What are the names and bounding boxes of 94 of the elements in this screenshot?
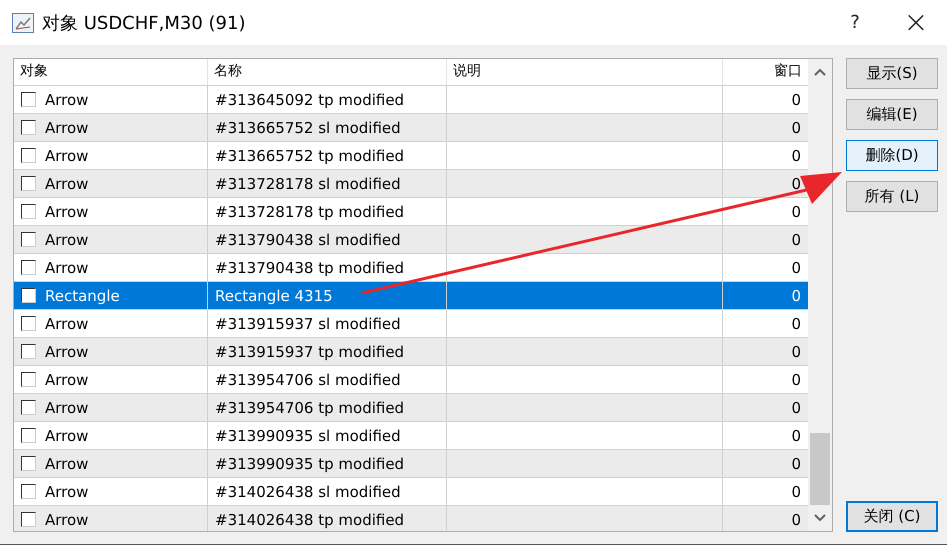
table-cell: 0 (791, 90, 801, 108)
table-cell: #313665752 tp modified (215, 146, 404, 164)
table-cell: #313728178 tp modified (215, 202, 404, 220)
table-cell: Arrow (45, 314, 88, 332)
table-row[interactable]: Arrow #313990935 sl modified 0 (14, 421, 808, 449)
table-cell: 0 (791, 426, 801, 444)
table-row[interactable]: Arrow #313990935 tp modified 0 (14, 449, 808, 477)
table-row[interactable]: Arrow #313728178 tp modified 0 (14, 197, 808, 225)
checkbox[interactable] (21, 260, 36, 275)
scroll-up-icon[interactable] (814, 68, 826, 76)
checkbox[interactable] (21, 456, 36, 471)
table-cell: 0 (791, 174, 801, 192)
checkbox[interactable] (21, 148, 36, 163)
action-button[interactable]: 所有 (L) (846, 181, 938, 212)
column-header[interactable]: 窗口 (723, 59, 808, 85)
table-cell: 0 (791, 482, 801, 500)
table-cell: #313915937 sl modified (215, 314, 401, 332)
close-button[interactable]: × (885, 5, 947, 40)
table-cell: 0 (791, 454, 801, 472)
table-row[interactable]: Arrow #313728178 sl modified 0 (14, 169, 808, 197)
checkbox[interactable] (21, 400, 36, 415)
action-button[interactable]: 删除(D) (846, 140, 938, 171)
table-cell: Rectangle 4315 (215, 286, 333, 304)
table-cell: #313990935 sl modified (215, 426, 401, 444)
table-cell: #314026438 sl modified (215, 482, 401, 500)
table-cell: 0 (791, 342, 801, 360)
table-cell: 0 (791, 146, 801, 164)
table-cell: Arrow (45, 230, 88, 248)
table-cell: Arrow (45, 398, 88, 416)
table-row[interactable]: Arrow #313645092 tp modified 0 (14, 85, 808, 113)
table-row[interactable]: Arrow #314026438 sl modified 0 (14, 477, 808, 505)
table-row[interactable]: Arrow #314026438 tp modified 0 (14, 505, 808, 531)
table-cell: Arrow (45, 202, 88, 220)
table-cell: Arrow (45, 426, 88, 444)
scroll-down-icon[interactable] (814, 514, 826, 522)
scrollbar[interactable] (808, 59, 832, 531)
table-cell: 0 (791, 258, 801, 276)
close-dialog-button[interactable]: 关闭 (C) (846, 501, 938, 532)
table-cell: Rectangle (45, 286, 120, 304)
table-row[interactable]: Arrow #313790438 tp modified 0 (14, 253, 808, 281)
table-cell: #313954706 tp modified (215, 398, 404, 416)
table-cell: #313790438 sl modified (215, 230, 401, 248)
checkbox[interactable] (21, 512, 36, 527)
table-cell: #313645092 tp modified (215, 90, 404, 108)
checkbox[interactable] (21, 372, 36, 387)
table-cell: 0 (791, 398, 801, 416)
table-cell: 0 (791, 118, 801, 136)
chart-icon (12, 12, 34, 32)
table-cell: Arrow (45, 258, 88, 276)
table-cell: #313728178 sl modified (215, 174, 401, 192)
table-cell: #313665752 sl modified (215, 118, 401, 136)
checkbox[interactable] (21, 288, 36, 303)
table-row[interactable]: Arrow #313665752 sl modified 0 (14, 113, 808, 141)
checkbox[interactable] (21, 232, 36, 247)
table-cell: Arrow (45, 510, 88, 528)
checkbox[interactable] (21, 176, 36, 191)
table-cell: #313954706 sl modified (215, 370, 401, 388)
window-title: 对象 USDCHF,M30 (91) (42, 12, 246, 34)
table-cell: Arrow (45, 370, 88, 388)
checkbox[interactable] (21, 204, 36, 219)
table-cell: 0 (791, 314, 801, 332)
table-cell: 0 (791, 202, 801, 220)
table-row[interactable]: Arrow #313790438 sl modified 0 (14, 225, 808, 253)
action-button[interactable]: 显示(S) (846, 58, 938, 89)
table-cell: Arrow (45, 454, 88, 472)
table-cell: 0 (791, 510, 801, 528)
table-cell: Arrow (45, 146, 88, 164)
checkbox[interactable] (21, 428, 36, 443)
table-row[interactable]: Rectangle Rectangle 4315 0 (14, 281, 808, 309)
table-cell: Arrow (45, 342, 88, 360)
checkbox[interactable] (21, 120, 36, 135)
table-cell: 0 (791, 370, 801, 388)
checkbox[interactable] (21, 316, 36, 331)
table-cell: Arrow (45, 482, 88, 500)
scrollbar-thumb[interactable] (810, 433, 830, 505)
table-cell: Arrow (45, 90, 88, 108)
checkbox[interactable] (21, 344, 36, 359)
table-row[interactable]: Arrow #313954706 sl modified 0 (14, 365, 808, 393)
table-row[interactable]: Arrow #313954706 tp modified 0 (14, 393, 808, 421)
table-cell: #313990935 tp modified (215, 454, 404, 472)
table-cell: #313915937 tp modified (215, 342, 404, 360)
table-cell: 0 (791, 286, 801, 304)
table-cell: Arrow (45, 118, 88, 136)
table-row[interactable]: Arrow #313665752 tp modified 0 (14, 141, 808, 169)
checkbox[interactable] (21, 92, 36, 107)
table-cell: #313790438 tp modified (215, 258, 404, 276)
table-cell: 0 (791, 230, 801, 248)
action-button[interactable]: 编辑(E) (846, 99, 938, 130)
table-cell: #314026438 tp modified (215, 510, 404, 528)
table-row[interactable]: Arrow #313915937 sl modified 0 (14, 309, 808, 337)
table-cell: Arrow (45, 174, 88, 192)
checkbox[interactable] (21, 484, 36, 499)
help-button[interactable]: ? (825, 12, 885, 33)
table-row[interactable]: Arrow #313915937 tp modified 0 (14, 337, 808, 365)
